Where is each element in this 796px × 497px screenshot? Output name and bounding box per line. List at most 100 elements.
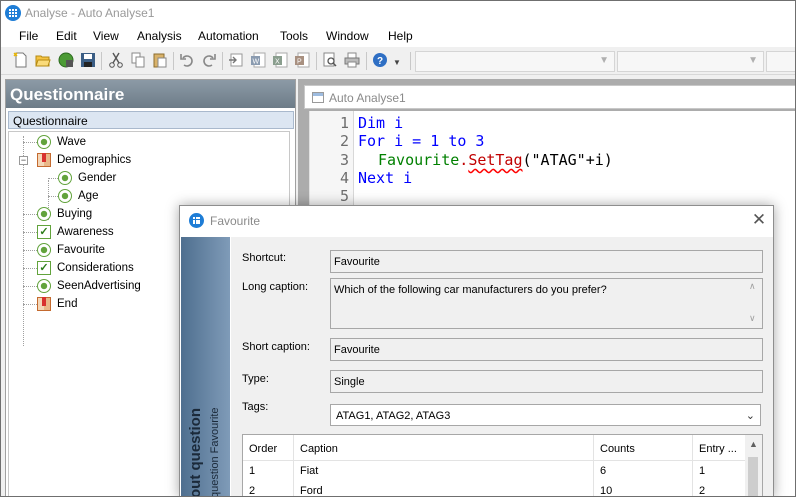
- short-caption-label: Short caption:: [242, 341, 310, 353]
- save-icon[interactable]: [80, 52, 96, 68]
- application-window: Analyse - Auto Analyse1 File Edit View A…: [0, 0, 796, 497]
- tree-item-considerations[interactable]: ✓ Considerations: [37, 260, 134, 276]
- redo-icon[interactable]: [201, 52, 217, 68]
- menu-bar: File Edit View Analysis Automation Tools…: [1, 25, 795, 47]
- new-file-icon[interactable]: [13, 52, 29, 68]
- globe-save-icon[interactable]: [58, 52, 74, 68]
- radio-question-icon: [37, 243, 51, 257]
- document-title-bar[interactable]: Auto Analyse1: [304, 85, 795, 109]
- shortcut-field[interactable]: Favourite: [330, 250, 763, 273]
- undo-icon[interactable]: [179, 52, 195, 68]
- column-header-counts[interactable]: Counts: [594, 435, 693, 461]
- toolbar-combo-1[interactable]: ▼: [415, 51, 615, 72]
- tree-item-age[interactable]: Age: [58, 188, 98, 204]
- grid-cell-caption[interactable]: Fiat: [294, 461, 594, 481]
- tree-item-wave[interactable]: Wave: [37, 134, 86, 150]
- menu-window[interactable]: Window: [326, 29, 369, 43]
- cut-icon[interactable]: [108, 52, 124, 68]
- tree-item-favourite[interactable]: Favourite: [37, 242, 105, 258]
- tree-item-end[interactable]: End: [37, 296, 77, 312]
- open-folder-icon[interactable]: [35, 52, 51, 68]
- tree-item-awareness[interactable]: ✓ Awareness: [37, 224, 114, 240]
- import-icon[interactable]: [228, 52, 244, 68]
- column-header-entry[interactable]: Entry ...: [693, 435, 747, 461]
- keyword: For: [358, 132, 386, 150]
- side-banner-subtitle: question Favourite: [209, 407, 221, 497]
- help-dropdown-icon[interactable]: ▼: [393, 58, 401, 67]
- chevron-down-icon: ▼: [599, 55, 609, 66]
- scroll-up-icon[interactable]: ▲: [749, 439, 758, 449]
- dialog-title: Favourite: [210, 214, 261, 228]
- code-text: ("ATAG"+i): [522, 151, 613, 169]
- toolbar-separator: [173, 52, 174, 70]
- radio-question-icon: [58, 171, 72, 185]
- toolbar-separator: [222, 52, 223, 70]
- column-header-caption[interactable]: Caption: [294, 435, 594, 461]
- toolbar-separator: [410, 52, 411, 70]
- grid-cell-order[interactable]: 1: [243, 461, 294, 481]
- help-icon[interactable]: ?: [372, 52, 388, 68]
- grid-cell-counts[interactable]: 10: [594, 481, 693, 496]
- paste-icon[interactable]: [152, 52, 168, 68]
- long-caption-field[interactable]: Which of the following car manufacturers…: [330, 278, 763, 329]
- tree-item-gender[interactable]: Gender: [58, 170, 116, 186]
- svg-text:P: P: [297, 59, 302, 66]
- tags-combo[interactable]: ATAG1, ATAG2, ATAG3 ⌄: [330, 404, 761, 426]
- toolbar-combo-3[interactable]: [766, 51, 795, 72]
- scroll-down-icon[interactable]: ∨: [749, 313, 756, 324]
- menu-automation[interactable]: Automation: [198, 29, 259, 43]
- line-number: 1: [339, 114, 349, 132]
- column-header-order[interactable]: Order: [243, 435, 294, 461]
- menu-help[interactable]: Help: [388, 29, 413, 43]
- type-field[interactable]: Single: [330, 370, 763, 393]
- scrollbar-thumb[interactable]: [748, 457, 758, 496]
- chevron-down-icon[interactable]: ⌄: [746, 409, 755, 422]
- grid-cell-entry[interactable]: 1: [693, 461, 747, 481]
- excel-export-icon[interactable]: X: [272, 52, 288, 68]
- grid-scrollbar[interactable]: ▲: [745, 435, 762, 496]
- long-caption-value: Which of the following car manufacturers…: [334, 284, 607, 296]
- tree-item-label: Gender: [78, 172, 117, 184]
- app-icon: [5, 5, 21, 21]
- print-icon[interactable]: [344, 52, 360, 68]
- tree-item-label: Wave: [57, 136, 86, 148]
- powerpoint-export-icon[interactable]: P: [294, 52, 310, 68]
- tree-item-buying[interactable]: Buying: [37, 206, 92, 222]
- book-folder-icon: [37, 297, 51, 311]
- print-preview-icon[interactable]: [322, 52, 338, 68]
- menu-analysis[interactable]: Analysis: [137, 29, 182, 43]
- code-text: i = 1: [385, 132, 449, 150]
- short-caption-field[interactable]: Favourite: [330, 338, 763, 361]
- tree-line: [23, 142, 37, 143]
- grid-cell-caption[interactable]: Ford: [294, 481, 594, 496]
- method-name: SetTag: [468, 151, 523, 169]
- close-icon[interactable]: ✕: [750, 211, 768, 229]
- tags-value: ATAG1, ATAG2, ATAG3: [336, 410, 451, 422]
- chevron-down-icon: ▼: [748, 55, 758, 66]
- menu-edit[interactable]: Edit: [56, 29, 77, 43]
- grid-cell-order[interactable]: 2: [243, 481, 294, 496]
- long-caption-scrollbar[interactable]: ∧ ∨: [745, 279, 762, 328]
- keyword: Next: [358, 169, 395, 187]
- tree-line: [23, 232, 37, 233]
- long-caption-label: Long caption:: [242, 281, 309, 293]
- menu-tools[interactable]: Tools: [280, 29, 308, 43]
- favourite-dialog: Favourite ✕ out question question Favour…: [179, 205, 774, 497]
- answers-grid[interactable]: Order Caption Counts Entry ... 1 Fiat 6 …: [242, 434, 763, 496]
- questionnaire-subheader[interactable]: Questionnaire: [8, 111, 294, 129]
- tree-line: [23, 286, 37, 287]
- dialog-title-bar[interactable]: Favourite ✕: [180, 206, 773, 236]
- tree-item-demographics[interactable]: Demographics: [37, 152, 131, 168]
- menu-file[interactable]: File: [19, 29, 38, 43]
- toolbar-combo-2[interactable]: ▼: [617, 51, 764, 72]
- tree-item-label: Favourite: [57, 244, 105, 256]
- copy-icon[interactable]: [130, 52, 146, 68]
- word-export-icon[interactable]: W: [250, 52, 266, 68]
- menu-view[interactable]: View: [93, 29, 119, 43]
- grid-cell-entry[interactable]: 2: [693, 481, 747, 496]
- code-line-1: Dim i: [358, 114, 403, 132]
- scroll-up-icon[interactable]: ∧: [749, 281, 756, 292]
- tree-item-seenadvertising[interactable]: SeenAdvertising: [37, 278, 141, 294]
- collapse-toggle-icon[interactable]: −: [19, 156, 28, 165]
- grid-cell-counts[interactable]: 6: [594, 461, 693, 481]
